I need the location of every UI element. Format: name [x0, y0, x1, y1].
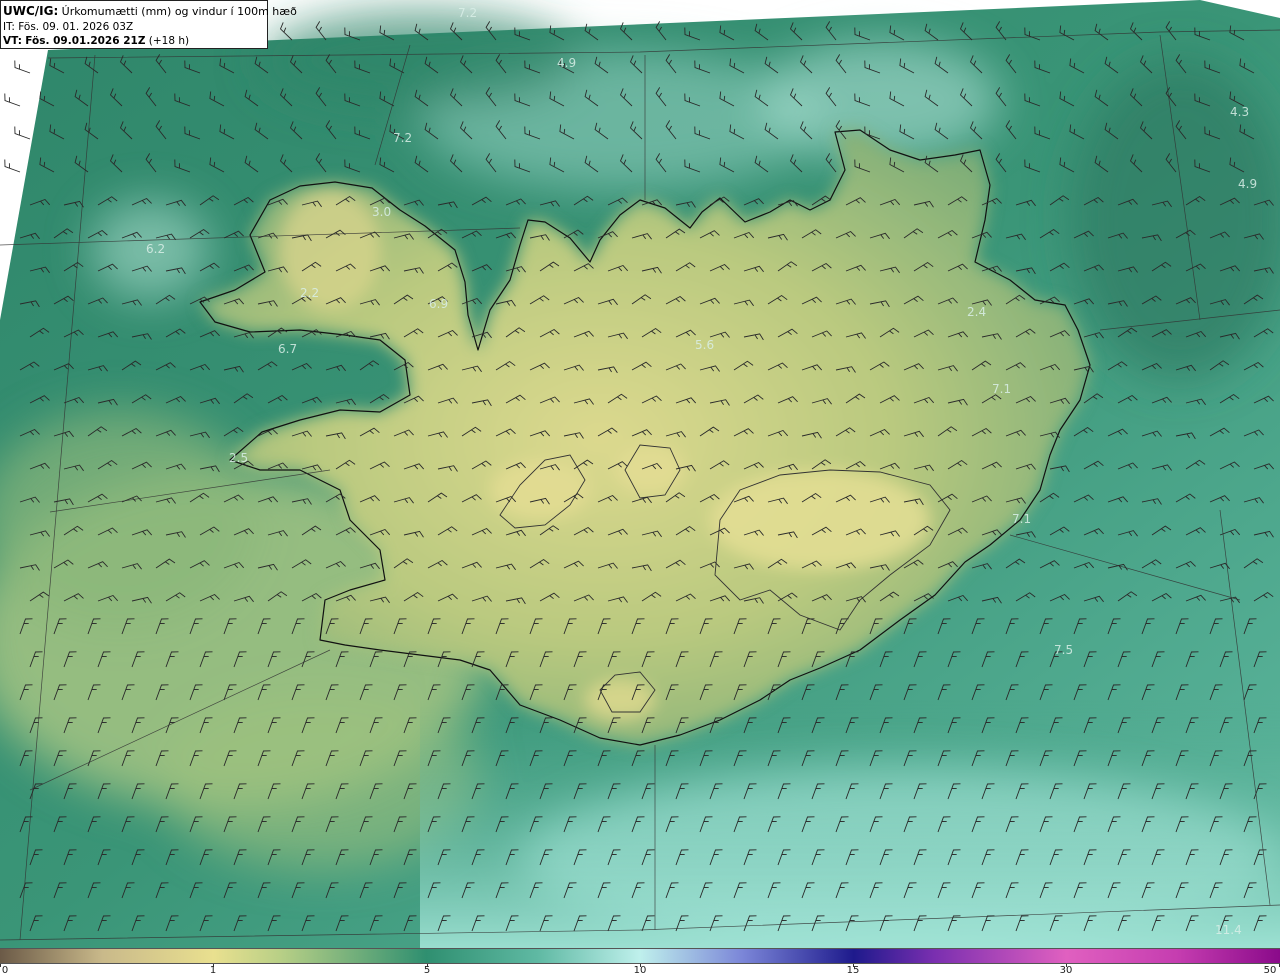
colorbar-tick-label: 30 [1059, 965, 1073, 976]
issue-time: IT: Fös. 09. 01. 2026 03Z [3, 20, 134, 33]
colorbar-tick-label: 15 [846, 965, 860, 976]
value-label: 7.1 [992, 382, 1011, 396]
colorbar-tick-label: 1 [209, 965, 217, 976]
value-label: 7.1 [1012, 512, 1031, 526]
product-description: Úrkomumætti (mm) og vindur í 100m hæð [61, 5, 297, 18]
value-label: 4.3 [1230, 105, 1249, 119]
model-name: UWC/IG: [3, 4, 59, 18]
forecast-map[interactable]: 7.2 4.9 7.2 3.0 6.2 2.2 6.9 6.7 5.6 2.4 … [0, 0, 1280, 948]
map-title-box: UWC/IG: Úrkomumætti (mm) og vindur í 100… [0, 0, 297, 49]
value-label: 7.2 [458, 6, 477, 20]
value-label: 6.9 [429, 297, 448, 311]
value-label: 2.2 [300, 286, 319, 300]
valid-prefix: VT: [3, 35, 22, 47]
colorbar-legend: 0 1 5 10 15 30 50 [0, 948, 1280, 978]
value-label: 7.5 [1054, 643, 1073, 657]
value-label: 3.0 [372, 205, 391, 219]
lead-time: (+18 h) [148, 35, 190, 47]
value-label: 6.2 [146, 242, 165, 256]
value-label: 7.2 [393, 131, 412, 145]
value-label: 2.5 [229, 451, 248, 465]
value-label: 2.4 [967, 305, 986, 319]
value-label: 4.9 [557, 56, 576, 70]
value-label: 11.4 [1215, 923, 1242, 937]
colorbar-tick-label: 50 [1263, 965, 1277, 976]
value-label: 5.6 [695, 338, 714, 352]
colorbar-strip [0, 948, 1280, 964]
colorbar-tick-label: 0 [1, 965, 9, 976]
colorbar-tick-label: 5 [423, 965, 431, 976]
value-label: 4.9 [1238, 177, 1257, 191]
value-label: 6.7 [278, 342, 297, 356]
colorbar-tick-label: 10 [633, 965, 647, 976]
valid-time: Fös. 09.01.2026 21Z [25, 35, 146, 47]
